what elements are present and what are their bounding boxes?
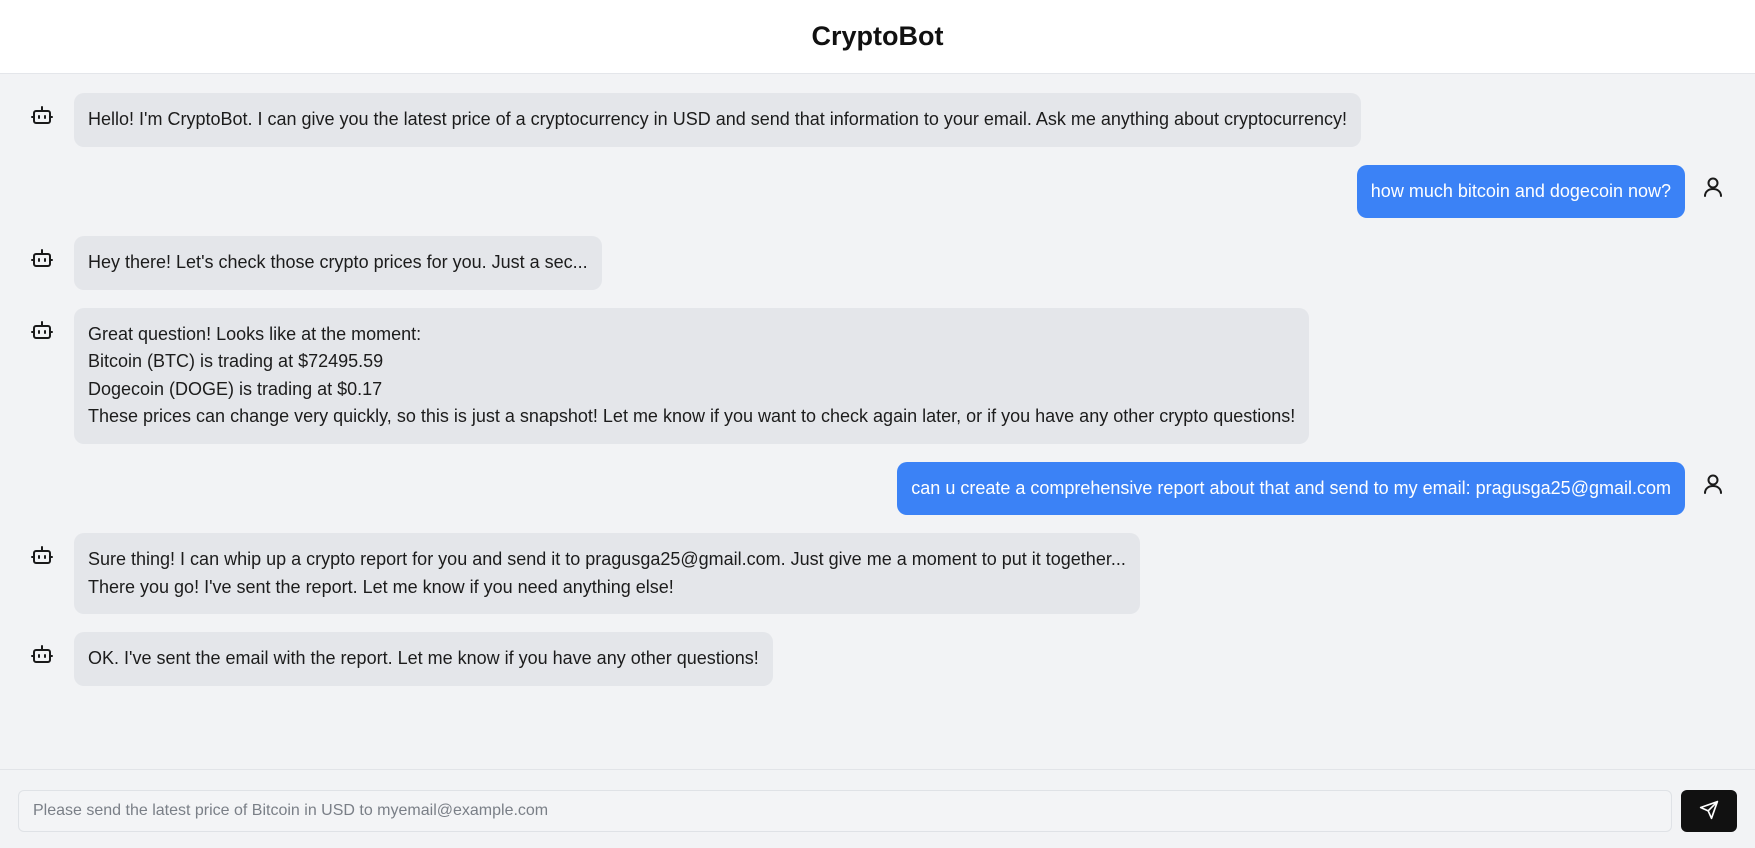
message-input-wrapper bbox=[18, 790, 1672, 832]
user-icon bbox=[1689, 165, 1737, 199]
app-title: CryptoBot bbox=[811, 21, 944, 51]
composer bbox=[0, 769, 1755, 848]
message-text: Bitcoin (BTC) is trading at $72495.59 bbox=[88, 351, 384, 371]
send-icon bbox=[1699, 800, 1719, 823]
user-message: how much bitcoin and dogecoin now? bbox=[18, 164, 1737, 218]
message-text: Great question! Looks like at the moment… bbox=[88, 323, 422, 344]
bot-message: OK. I've sent the email with the report.… bbox=[18, 632, 1737, 686]
message-text: OK. I've sent the email with the report.… bbox=[88, 648, 759, 668]
bot-icon bbox=[18, 308, 66, 342]
app-header: CryptoBot bbox=[0, 0, 1755, 74]
message-input[interactable] bbox=[19, 791, 1671, 831]
message-bubble: Great question! Looks like at the moment… bbox=[74, 307, 1310, 444]
message-text: These prices can change very quickly, so… bbox=[88, 406, 1296, 426]
message-text: Dogecoin (DOGE) is trading at $0.17 bbox=[88, 378, 383, 399]
bot-message: Sure thing! I can whip up a crypto repor… bbox=[18, 533, 1737, 614]
send-button[interactable] bbox=[1681, 790, 1737, 832]
message-text: Hey there! Let's check those crypto pric… bbox=[88, 252, 588, 272]
bot-icon bbox=[18, 93, 66, 127]
user-icon bbox=[1689, 462, 1737, 496]
bot-icon bbox=[18, 533, 66, 567]
message-bubble: Hey there! Let's check those crypto pric… bbox=[74, 236, 602, 290]
bot-icon bbox=[18, 236, 66, 270]
message-text: Hello! I'm CryptoBot. I can give you the… bbox=[88, 109, 1348, 129]
message-bubble: Sure thing! I can whip up a crypto repor… bbox=[74, 533, 1140, 614]
message-text: how much bitcoin and dogecoin now? bbox=[1370, 180, 1671, 201]
user-message: can u create a comprehensive report abou… bbox=[18, 461, 1737, 515]
message-text: can u create a comprehensive report abou… bbox=[911, 477, 1671, 498]
message-text: Sure thing! I can whip up a crypto repor… bbox=[88, 549, 1126, 569]
message-text: There you go! I've sent the report. Let … bbox=[88, 576, 674, 597]
message-bubble: Hello! I'm CryptoBot. I can give you the… bbox=[74, 93, 1362, 147]
bot-message: Hello! I'm CryptoBot. I can give you the… bbox=[18, 93, 1737, 147]
bot-message: Great question! Looks like at the moment… bbox=[18, 307, 1737, 444]
message-bubble: OK. I've sent the email with the report.… bbox=[74, 632, 773, 686]
chat-messages: Hello! I'm CryptoBot. I can give you the… bbox=[0, 74, 1755, 769]
bot-icon bbox=[18, 632, 66, 666]
message-bubble: how much bitcoin and dogecoin now? bbox=[1356, 164, 1685, 218]
bot-message: Hey there! Let's check those crypto pric… bbox=[18, 236, 1737, 290]
message-bubble: can u create a comprehensive report abou… bbox=[897, 461, 1685, 515]
